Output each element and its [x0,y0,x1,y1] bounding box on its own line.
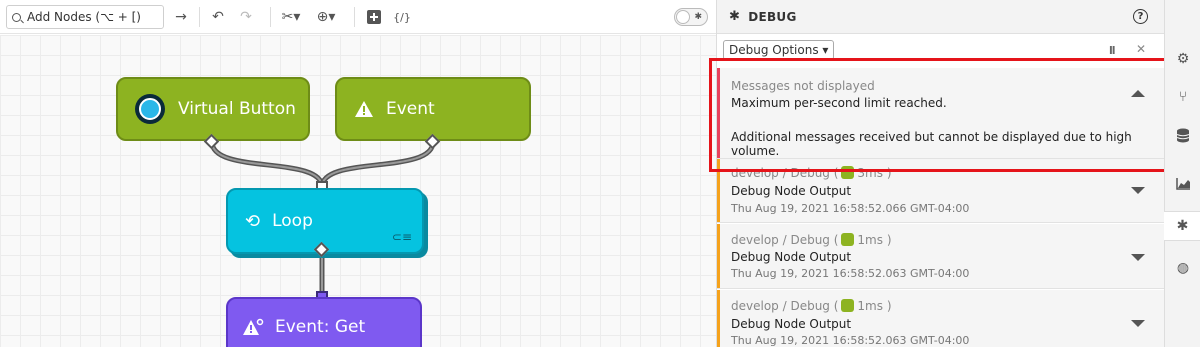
highlight-box [709,58,1170,172]
group-icon: ⊂≡ [391,230,412,244]
globe-icon[interactable]: ◍ [1165,253,1200,283]
bug-icon: ✱ [729,9,741,24]
loop-icon [841,299,855,312]
add-nodes-search[interactable]: Add Nodes (⌥ + [) [6,5,164,29]
node-label: Virtual Button [178,99,296,119]
message-title: Debug Node Output [731,317,852,331]
message-status-bar [717,290,720,347]
chart-icon[interactable] [1165,168,1200,198]
code-icon[interactable]: {/} [392,8,412,26]
message-timestamp: Thu Aug 19, 2021 16:58:52.066 GMT-04:00 [731,202,970,215]
toggle-knob [676,10,690,24]
warning-icon [355,101,373,117]
toolbar-divider [270,7,271,27]
debug-options-label: Debug Options ▾ [729,43,829,57]
zoom-icon[interactable]: ⊕▾ [312,8,340,26]
message-title: Debug Node Output [731,250,852,264]
node-virtual-button[interactable]: Virtual Button [116,77,310,141]
add-comment-icon[interactable] [365,8,383,26]
search-icon [12,12,21,22]
button-icon [135,94,165,124]
debug-message[interactable]: develop / Debug (1ms ) Debug Node Output… [717,290,1165,347]
node-loop[interactable]: ⟲ Loop ⊂≡ [226,188,424,254]
event-get-icon [243,318,264,335]
node-label: Loop [272,211,313,231]
debug-options-button[interactable]: Debug Options ▾ [723,40,835,60]
bug-icon: ✱ [694,12,702,22]
node-event[interactable]: Event [335,77,531,141]
chevron-down-icon[interactable] [1131,187,1145,194]
help-icon[interactable]: ? [1133,9,1148,24]
branch-icon[interactable]: ⑂ [1165,82,1200,112]
message-source: develop / Debug (1ms ) [731,233,892,247]
message-source: develop / Debug (1ms ) [731,299,892,313]
toolbar-divider [199,7,200,27]
toolbar: Add Nodes (⌥ + [) → ↶ ↷ ✂▾ ⊕▾ {/} ✱ [0,0,716,34]
node-event-get[interactable]: Event: Get [226,297,422,347]
flow-canvas[interactable]: Virtual Button Event ⟲ Loop ⊂≡ Event: Ge… [0,35,716,347]
loop-icon [841,233,855,246]
close-icon[interactable]: ✕ [1136,42,1146,56]
loop-icon: ⟲ [245,210,261,232]
node-label: Event: Get [275,317,366,337]
undo-icon[interactable]: ↶ [208,8,228,26]
gear-icon[interactable]: ⚙ [1165,44,1200,74]
debug-message[interactable]: develop / Debug (1ms ) Debug Node Output… [717,224,1165,289]
message-timestamp: Thu Aug 19, 2021 16:58:52.063 GMT-04:00 [731,267,970,280]
node-label: Event [386,99,435,119]
debug-header: ✱ DEBUG [717,0,1164,34]
database-icon[interactable] [1165,120,1200,150]
toolbar-divider [354,7,355,27]
cut-icon[interactable]: ✂▾ [279,8,303,26]
message-title: Debug Node Output [731,184,852,198]
sidebar-rail: ⚙ ⑂ ✱ ◍ [1164,0,1200,347]
message-timestamp: Thu Aug 19, 2021 16:58:52.063 GMT-04:00 [731,334,970,347]
redo-icon[interactable]: ↷ [236,8,256,26]
chevron-down-icon[interactable] [1131,320,1145,327]
message-status-bar [717,224,720,288]
search-placeholder: Add Nodes (⌥ + [) [27,10,141,24]
debug-panel: ✱ DEBUG ? Debug Options ▾ ll ✕ Messages … [716,0,1165,347]
arrow-right-icon[interactable]: → [172,8,190,26]
chevron-down-icon[interactable] [1131,254,1145,261]
pause-icon[interactable]: ll [1109,44,1115,57]
bug-icon[interactable]: ✱ [1164,211,1200,241]
debug-toggle[interactable]: ✱ [674,8,708,26]
debug-title: DEBUG [748,9,797,24]
